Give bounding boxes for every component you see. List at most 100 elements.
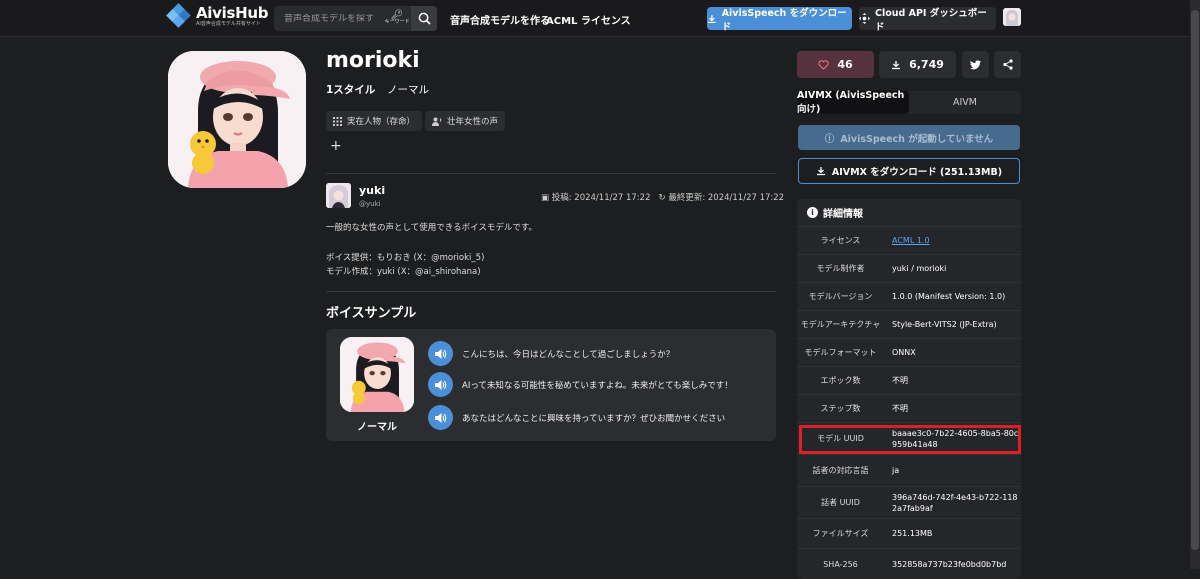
author-avatar[interactable] <box>326 183 351 208</box>
nav-create-model[interactable]: 音声合成モデルを作る <box>450 12 550 27</box>
detail-key: モデルフォーマット <box>804 348 877 357</box>
play-sample-button[interactable] <box>428 372 453 397</box>
aivisspeech-download-button[interactable]: AivisSpeech をダウンロード <box>707 7 852 33</box>
section-divider <box>326 291 776 292</box>
description-line: 一般的な女性の声として使用できるボイスモデルです。 <box>326 223 537 233</box>
info-icon: i <box>807 207 818 218</box>
status-label: AivisSpeech が起動していません <box>840 133 994 145</box>
voice-samples-heading: ボイスサンプル <box>326 306 417 321</box>
section-divider <box>326 173 776 174</box>
detail-value: 396a746d-742f-4e43-b722-1182a7fab9af <box>892 492 1018 513</box>
tag-label: 壮年女性の声 <box>447 117 499 127</box>
cloud-button-label: Cloud API ダッシュボード <box>874 7 987 33</box>
detail-row-file-size: ファイルサイズ 251.13MB <box>797 518 1021 548</box>
details-title: 詳細情報 <box>823 209 863 220</box>
style-icon-image <box>340 337 414 412</box>
details-header: i 詳細情報 <box>797 199 1021 226</box>
site-logo[interactable]: AivisHub AI音声合成モデル共有サイト <box>166 3 269 28</box>
sample-row: AIって未知なる可能性を秘めていますよね。未来がとても楽しみです！ <box>428 372 733 397</box>
detail-row-version: モデルバージョン 1.0.0 (Manifest Version: 1.0) <box>797 282 1021 310</box>
detail-value: Style-Bert-VITS2 (JP-Extra) <box>892 320 997 329</box>
person-voice-icon <box>432 117 442 126</box>
detail-key: モデルバージョン <box>808 292 873 301</box>
description-line: ボイス提供：もりおき (X：@morioki_5) <box>326 253 485 263</box>
sample-text: こんにちは、今日はどんなことして過ごしましょうか？ <box>462 349 675 360</box>
sample-text: AIって未知なる可能性を秘めていますよね。未来がとても楽しみです！ <box>462 380 733 391</box>
logo-icon <box>166 3 191 28</box>
logo-title: AivisHub <box>196 4 269 22</box>
speaker-icon <box>435 348 447 359</box>
author-handle: @yuki <box>359 200 381 208</box>
detail-key: エポック数 <box>820 376 861 385</box>
detail-value: 不明 <box>892 404 908 413</box>
tag-adult-female-voice[interactable]: 壮年女性の声 <box>425 111 506 131</box>
author-name[interactable]: yuki <box>359 184 385 197</box>
model-icon-image <box>168 51 306 188</box>
twitter-icon <box>970 59 981 69</box>
detail-key: ファイルサイズ <box>812 529 869 538</box>
detail-row-license: ライセンス ACML 1.0 <box>797 226 1021 254</box>
move-icon <box>859 13 870 24</box>
share-button[interactable] <box>994 51 1021 78</box>
sample-row: こんにちは、今日はどんなことして過ごしましょうか？ <box>428 341 674 366</box>
detail-row-epochs: エポック数 不明 <box>797 366 1021 394</box>
user-avatar[interactable] <box>1003 8 1021 26</box>
speaker-icon <box>435 412 447 423</box>
download-count-button[interactable]: 6,749 <box>879 51 956 78</box>
detail-value: ONNX <box>892 348 916 357</box>
detail-value: 352858a737b23fe0bd0b7bd <box>892 560 1007 569</box>
detail-row-speaker-uuid: 話者 UUID 396a746d-742f-4e43-b722-1182a7fab… <box>797 486 1021 518</box>
detail-row-creator: モデル制作者 yuki / morioki <box>797 254 1021 282</box>
heart-icon <box>818 59 830 70</box>
search-bar: 🔑︎ キーワード <box>274 6 437 31</box>
aivmx-download-label: AIVMX をダウンロード (251.13MB) <box>831 167 1003 178</box>
speaker-icon <box>435 379 447 390</box>
top-navbar: AivisHub AI音声合成モデル共有サイト 🔑︎ キーワード 音声合成モデル… <box>0 0 1200 37</box>
cloud-api-dashboard-button[interactable]: Cloud API ダッシュボード <box>859 7 996 33</box>
tag-real-person[interactable]: 実在人物（存命） <box>326 111 423 131</box>
search-input[interactable] <box>284 13 382 24</box>
details-panel: i 詳細情報 ライセンス ACML 1.0 モデル制作者 yuki / moriok… <box>797 199 1021 579</box>
description-line: モデル作成：yuki (X：@ai_shirohana) <box>326 267 481 277</box>
detail-row-steps: ステップ数 不明 <box>797 394 1021 422</box>
detail-value: ja <box>892 466 900 475</box>
search-button[interactable] <box>411 6 437 31</box>
detail-key: 話者 UUID <box>821 498 860 507</box>
twitter-share-button[interactable] <box>962 51 989 78</box>
style-summary: 1スタイル ノーマル <box>326 82 429 97</box>
voice-sample-card: ノーマル こんにちは、今日はどんなことして過ごしましょうか？ AIって未知なる可… <box>326 329 776 441</box>
tab-aivm[interactable]: AIVM <box>909 91 1021 114</box>
highlight-box <box>799 425 1021 454</box>
detail-row-architecture: モデルアーキテクチャ Style-Bert-VITS2 (JP-Extra) <box>797 310 1021 338</box>
detail-value: 251.13MB <box>892 529 933 538</box>
detail-key: SHA-256 <box>823 560 858 569</box>
detail-key: モデルアーキテクチャ <box>800 320 881 329</box>
share-icon <box>1002 59 1013 70</box>
detail-row-format: モデルフォーマット ONNX <box>797 338 1021 366</box>
updated-date: ↻ 最終更新: 2024/11/27 17:22 <box>658 193 785 203</box>
page-scrollbar[interactable] <box>1190 0 1200 569</box>
detail-row-sha256: SHA-256 352858a737b23fe0bd0b7bd <box>797 548 1021 579</box>
detail-row-languages: 話者の対応言語 ja <box>797 454 1021 486</box>
detail-key: ライセンス <box>820 236 861 245</box>
aivisspeech-status-button[interactable]: ⓘ AivisSpeech が起動していません <box>798 125 1020 150</box>
keyword-toggle[interactable]: 🔑︎ キーワード <box>382 10 412 26</box>
download-icon <box>892 60 901 69</box>
play-sample-button[interactable] <box>428 341 453 366</box>
detail-value: yuki / morioki <box>892 264 947 273</box>
style-name: ノーマル <box>386 84 429 96</box>
sample-style-name: ノーマル <box>357 422 397 433</box>
license-link[interactable]: ACML 1.0 <box>884 227 1021 254</box>
add-tag-button[interactable]: + <box>330 138 342 154</box>
aivmx-download-button[interactable]: AIVMX をダウンロード (251.13MB) <box>798 158 1020 184</box>
like-button[interactable]: 46 <box>797 51 874 78</box>
play-sample-button[interactable] <box>428 405 453 430</box>
calendar-icon: ▣ <box>541 193 550 203</box>
model-title: morioki <box>326 48 420 73</box>
detail-key: 話者の対応言語 <box>812 466 869 475</box>
nav-acml-license[interactable]: ACML ライセンス <box>546 12 631 27</box>
keyword-label: キーワード <box>384 18 410 25</box>
info-circle-icon: ⓘ <box>824 133 835 145</box>
tab-aivmx[interactable]: AIVMX (AivisSpeech 向け) <box>797 90 909 115</box>
grid-icon <box>333 116 342 126</box>
